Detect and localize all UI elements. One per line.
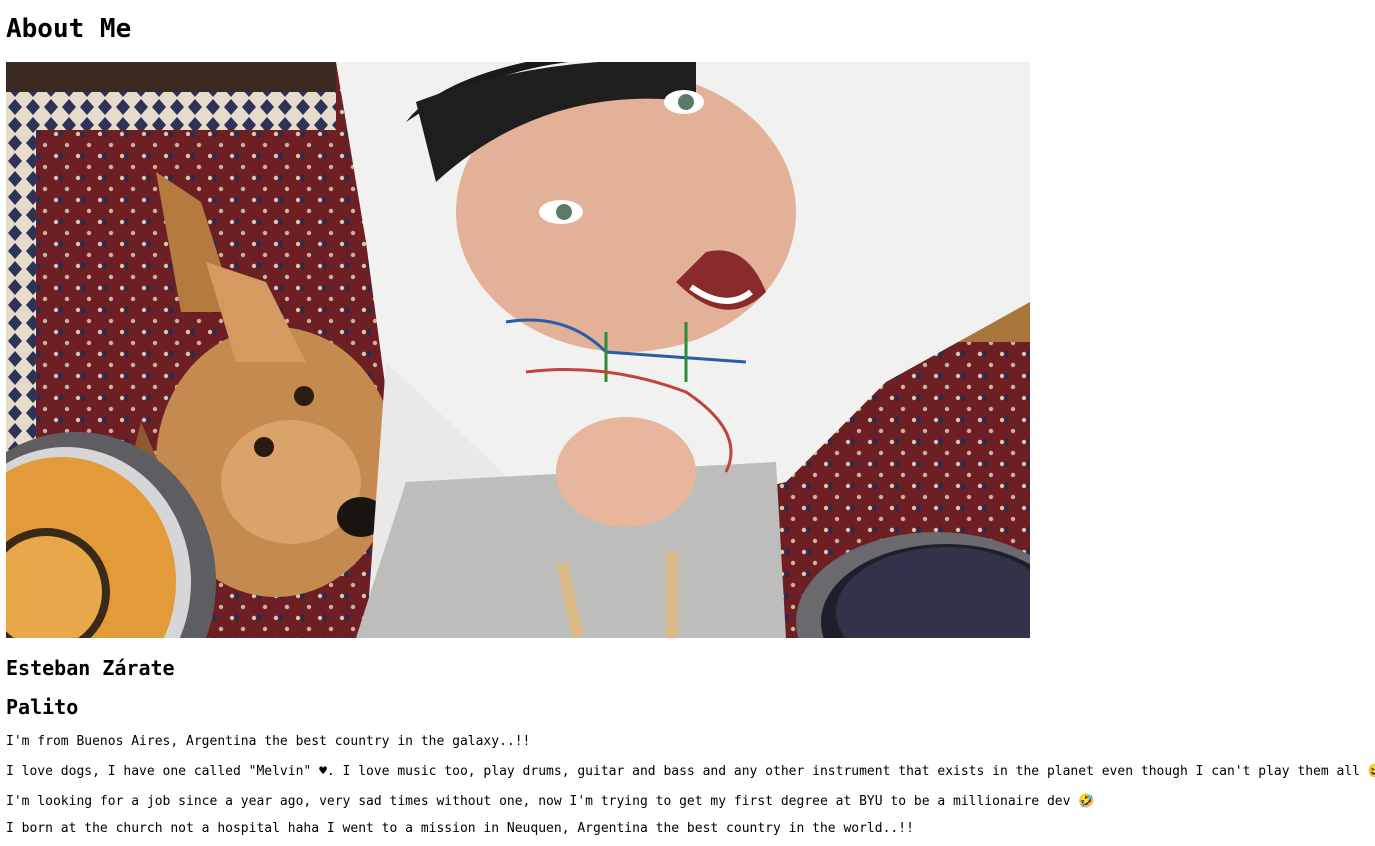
about-page: About Me Esteban Zárate Palito I'm from … bbox=[0, 0, 1375, 846]
bio-paragraph-origin: I'm from Buenos Aires, Argentina the bes… bbox=[6, 734, 531, 749]
profile-photo bbox=[6, 62, 1030, 638]
page-title: About Me bbox=[6, 14, 132, 44]
person-nickname: Palito bbox=[6, 695, 79, 719]
bio-paragraph-career: I'm looking for a job since a year ago, … bbox=[6, 794, 1095, 809]
bio-paragraph-background: I born at the church not a hospital haha… bbox=[6, 821, 914, 836]
person-name: Esteban Zárate bbox=[6, 656, 175, 680]
bio-paragraph-hobbies: I love dogs, I have one called "Melvin" … bbox=[6, 764, 1375, 779]
